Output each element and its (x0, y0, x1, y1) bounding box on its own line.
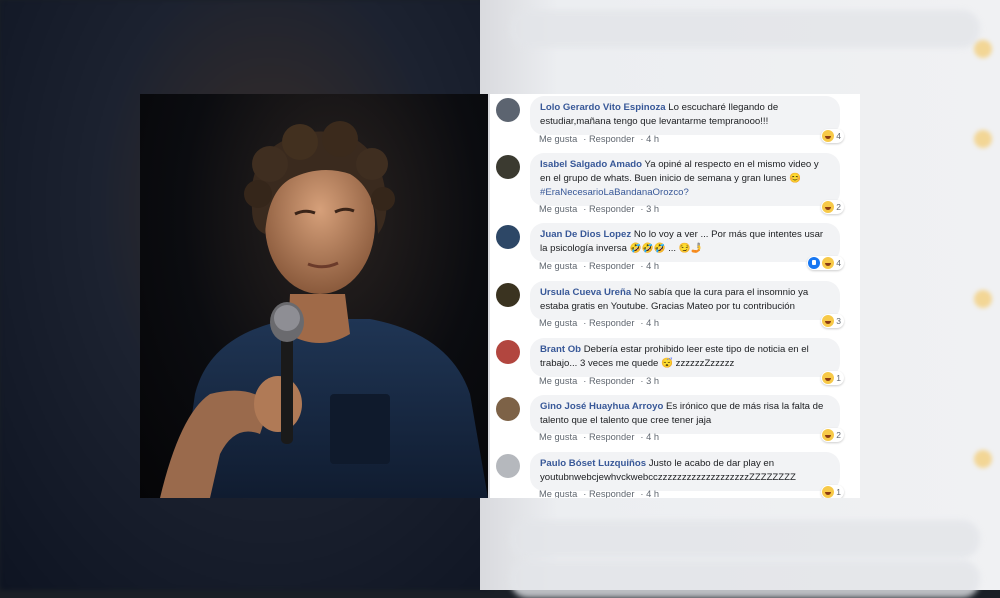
avatar[interactable] (496, 225, 520, 249)
blurred-comment (510, 520, 980, 558)
reply-link[interactable]: Responder (589, 134, 634, 144)
reply-link[interactable]: Responder (589, 376, 634, 386)
reaction-number: 4 (836, 131, 841, 141)
comment-time[interactable]: 4 h (646, 489, 659, 498)
comment-actions: Me gusta · Responder · 3 h (539, 376, 660, 386)
comment-bubble: Paulo Bóset Luzquiños Justo le acabo de … (530, 452, 844, 498)
like-link[interactable]: Me gusta (539, 204, 577, 214)
comment-text: Debería estar prohibido leer este tipo d… (540, 344, 809, 369)
comments-panel: Lolo Gerardo Vito Espinoza Lo escucharé … (490, 94, 860, 498)
comment-author[interactable]: Paulo Bóset Luzquiños (540, 458, 646, 469)
reaction-number: 1 (836, 487, 841, 497)
like-link[interactable]: Me gusta (539, 376, 577, 386)
comment-time[interactable]: 4 h (646, 318, 659, 328)
comment-actions: Me gusta · Responder · 3 h (539, 204, 660, 214)
like-link[interactable]: Me gusta (539, 489, 577, 498)
comment-author[interactable]: Juan De Dios Lopez (540, 229, 631, 240)
comment-bubble: Brant Ob Debería estar prohibido leer es… (530, 338, 844, 385)
reaction-number: 3 (836, 316, 841, 326)
blurred-emoji (974, 450, 992, 468)
haha-emoji-icon (822, 257, 835, 269)
haha-emoji-icon (822, 130, 835, 142)
reaction-number: 1 (836, 373, 841, 383)
reply-link[interactable]: Responder (589, 318, 634, 328)
haha-emoji-icon (822, 429, 835, 441)
haha-emoji-icon (822, 372, 835, 384)
comment-bubble: Lolo Gerardo Vito Espinoza Lo escucharé … (530, 96, 844, 143)
comment-time[interactable]: 4 h (646, 261, 659, 271)
reply-link[interactable]: Responder (589, 261, 634, 271)
avatar[interactable] (496, 397, 520, 421)
reaction-number: 2 (836, 202, 841, 212)
comment-author[interactable]: Gino José Huayhua Arroyo (540, 401, 663, 412)
haha-emoji-icon (822, 315, 835, 327)
reply-link[interactable]: Responder (589, 489, 634, 498)
like-link[interactable]: Me gusta (539, 261, 577, 271)
blurred-comment (510, 10, 980, 48)
avatar[interactable] (496, 98, 520, 122)
comment-bubble: Ursula Cueva Ureña No sabía que la cura … (530, 281, 844, 328)
comment-bubble: Isabel Salgado Amado Ya opiné al respect… (530, 153, 844, 214)
reaction-count[interactable]: 1 (821, 371, 844, 385)
reaction-number: 4 (836, 258, 841, 268)
like-link[interactable]: Me gusta (539, 432, 577, 442)
comment-time[interactable]: 4 h (646, 432, 659, 442)
comment-actions: Me gusta · Responder · 4 h (539, 432, 660, 442)
comment-actions: Me gusta · Responder · 4 h (539, 489, 660, 498)
comment-bubble: Juan De Dios Lopez No lo voy a ver ... P… (530, 223, 844, 270)
comment-author[interactable]: Brant Ob (540, 344, 581, 355)
comment-time[interactable]: 3 h (646, 204, 659, 214)
reaction-count[interactable]: 2 (821, 428, 844, 442)
comment-author[interactable]: Isabel Salgado Amado (540, 159, 642, 170)
avatar[interactable] (496, 454, 520, 478)
comment-author[interactable]: Lolo Gerardo Vito Espinoza (540, 102, 666, 113)
haha-emoji-icon (822, 201, 835, 213)
blurred-emoji (974, 290, 992, 308)
haha-emoji-icon (822, 486, 835, 498)
avatar[interactable] (496, 155, 520, 179)
like-link[interactable]: Me gusta (539, 134, 577, 144)
reply-link[interactable]: Responder (589, 432, 634, 442)
avatar[interactable] (496, 283, 520, 307)
reaction-count[interactable]: 3 (821, 314, 844, 328)
reaction-count[interactable]: 4 (807, 256, 844, 270)
reaction-count[interactable]: 1 (821, 485, 844, 498)
comment-actions: Me gusta · Responder · 4 h (539, 134, 660, 144)
comedian-illustration (160, 121, 488, 498)
reaction-count[interactable]: 4 (821, 129, 844, 143)
hashtag-link[interactable]: #EraNecesarioLaBandanaOrozco? (540, 187, 689, 198)
reply-link[interactable]: Responder (589, 204, 634, 214)
comment-time[interactable]: 4 h (646, 134, 659, 144)
like-link[interactable]: Me gusta (539, 318, 577, 328)
like-emoji-icon (808, 257, 821, 269)
blurred-emoji (974, 40, 992, 58)
comedian-photo (140, 94, 488, 498)
comment-actions: Me gusta · Responder · 4 h (539, 261, 660, 271)
comment-actions: Me gusta · Responder · 4 h (539, 318, 660, 328)
blurred-comment (510, 560, 980, 598)
blurred-emoji (974, 130, 992, 148)
comment-author[interactable]: Ursula Cueva Ureña (540, 287, 631, 298)
comment-bubble: Gino José Huayhua Arroyo Es irónico que … (530, 395, 844, 442)
reaction-count[interactable]: 2 (821, 200, 844, 214)
reaction-number: 2 (836, 430, 841, 440)
comment-time[interactable]: 3 h (646, 376, 659, 386)
avatar[interactable] (496, 340, 520, 364)
